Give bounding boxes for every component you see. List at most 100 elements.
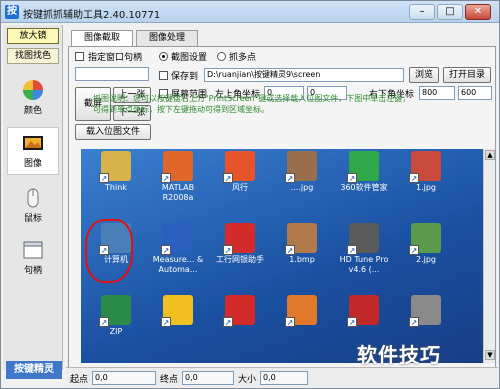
watermark-text: 软件技巧 [357, 343, 441, 367]
desktop-icon-image: ↗ [409, 151, 441, 183]
desktop-icon[interactable]: ↗ 工行网银助手 [209, 223, 271, 265]
desktop-icon-label: 1.jpg [415, 183, 436, 192]
browse-button[interactable]: 浏览 [409, 67, 439, 83]
minimize-button[interactable]: – [409, 4, 435, 20]
desktop-icon-image: ↗ [161, 223, 193, 255]
save-path-input[interactable]: D:\ruanjian\按键精灵9\screen [204, 68, 404, 82]
maximize-button[interactable]: □ [437, 4, 463, 20]
desktop-icon[interactable]: ↗ 360软件管家 [333, 151, 395, 193]
desktop-icon[interactable]: ↗ [395, 295, 457, 327]
shortcut-arrow-icon: ↗ [409, 245, 419, 255]
capture-point-radio[interactable] [217, 52, 226, 61]
desktop-icon[interactable]: ↗ 2.jpg [395, 223, 457, 265]
shortcut-arrow-icon: ↗ [99, 173, 109, 183]
desktop-icon[interactable]: ↗ HD Tune Pro v4.6 (... [333, 223, 395, 275]
desktop-icon[interactable]: ↗ ....jpg [271, 151, 333, 193]
sidebar-item-image[interactable]: 图像 [7, 127, 59, 175]
desktop-icon-label: Measure... & Automa... [152, 255, 204, 274]
desktop-icon[interactable]: ↗ ZIP [85, 295, 147, 337]
handle-input[interactable] [75, 67, 149, 81]
desktop-icon[interactable]: ↗ [209, 295, 271, 327]
screenshot-setting-radio[interactable] [159, 52, 168, 61]
capture-point-label: 抓多点 [229, 53, 257, 63]
desktop-icon-image: ↗ [223, 295, 255, 327]
image-icon [23, 136, 43, 150]
desktop-icon-image: ↗ [409, 223, 441, 255]
screenshot-preview[interactable]: ↗ Think ↗ MATLAB R2008a ↗ 风行 ↗ ....jpg ↗ 360软件管家 ↗… [81, 149, 483, 363]
sidebar: 放大镜 找图找色 颜色 图像 鼠标 句柄 按键精灵 [3, 25, 63, 379]
desktop-icon-image: ↗ [223, 223, 255, 255]
color-palette-icon [23, 80, 43, 100]
shortcut-arrow-icon: ↗ [161, 245, 171, 255]
shortcut-arrow-icon: ↗ [409, 173, 419, 183]
size-value: 0,0 [260, 371, 308, 385]
desktop-icon[interactable]: ↗ 1.jpg [395, 151, 457, 193]
shortcut-arrow-icon: ↗ [223, 245, 233, 255]
app-icon: 按 [5, 5, 19, 19]
shortcut-arrow-icon: ↗ [99, 317, 109, 327]
sidebar-item-color[interactable]: 颜色 [7, 75, 59, 123]
scroll-down-icon[interactable]: ▼ [485, 350, 495, 360]
open-directory-button[interactable]: 打开目录 [443, 67, 491, 83]
desktop-icon-image: ↗ [99, 151, 131, 183]
desktop-icon[interactable]: ↗ [271, 295, 333, 327]
title-bar[interactable]: 按 按键抓抓辅助工具2.40.10771 – □ ✕ [1, 1, 499, 23]
desktop-icon-image: ↗ [409, 295, 441, 327]
shortcut-arrow-icon: ↗ [409, 317, 419, 327]
desktop-icon-label: ....jpg [290, 183, 314, 192]
desktop-icon-label: 风行 [232, 183, 248, 192]
desktop-icon-label: MATLAB R2008a [161, 183, 195, 202]
shortcut-arrow-icon: ↗ [347, 245, 357, 255]
desktop-icon-image: ↗ [161, 295, 193, 327]
shortcut-arrow-icon: ↗ [285, 317, 295, 327]
sidebar-item-label: 图像 [23, 159, 42, 169]
capture-help-text: 抓图说明：您可以按键盘右上方"PrintScreen"键或选择载入位图文件，下图… [93, 94, 411, 114]
save-to-checkbox[interactable] [159, 71, 168, 80]
sidebar-item-mouse[interactable]: 鼠标 [7, 183, 59, 231]
save-to-label: 保存到 [171, 72, 199, 82]
end-point-label: 终点 [160, 375, 179, 385]
screenshot-setting-label: 截图设置 [171, 53, 208, 63]
desktop-icon[interactable]: ↗ MATLAB R2008a [147, 151, 209, 203]
desktop-icon[interactable]: ↗ 风行 [209, 151, 271, 193]
shortcut-arrow-icon: ↗ [161, 173, 171, 183]
shortcut-arrow-icon: ↗ [223, 317, 233, 327]
desktop-icon-label: 工行网银助手 [216, 255, 264, 264]
desktop-icon[interactable]: ↗ Measure... & Automa... [147, 223, 209, 275]
highlight-circle [85, 219, 133, 283]
start-point-label: 起点 [70, 375, 89, 385]
bottom-right-y-input[interactable]: 600 [458, 86, 492, 100]
sidebar-item-label: 句柄 [23, 266, 42, 276]
tab-image-capture[interactable]: 图像截取 [71, 30, 133, 47]
desktop-icon-image: ↗ [347, 295, 379, 327]
tab-image-processing[interactable]: 图像处理 [136, 30, 198, 46]
desktop-icon-label: HD Tune Pro v4.6 (... [339, 255, 389, 274]
bottom-right-x-input[interactable]: 800 [419, 86, 455, 100]
desktop-icon-image: ↗ [99, 295, 131, 327]
size-label: 大小 [238, 375, 257, 385]
magnifier-button[interactable]: 放大镜 [7, 28, 59, 44]
desktop-icon[interactable]: ↗ [147, 295, 209, 327]
vertical-scrollbar[interactable]: ▲ ▼ [483, 149, 495, 363]
sidebar-item-handle[interactable]: 句柄 [7, 235, 59, 283]
load-bitmap-button[interactable]: 载入位图文件 [75, 124, 151, 140]
desktop-icon-image: ↗ [285, 151, 317, 183]
desktop-icon[interactable]: ↗ Think [85, 151, 147, 193]
desktop-icon-label: ZIP [109, 327, 123, 336]
specify-handle-checkbox[interactable] [75, 52, 84, 61]
desktop-icon-image: ↗ [285, 295, 317, 327]
status-bar: 起点 0,0 终点 0,0 大小 0,0 [66, 367, 498, 387]
desktop-icon[interactable]: ↗ [333, 295, 395, 327]
desktop-icon-label: 360软件管家 [340, 183, 388, 192]
end-point-value: 0,0 [182, 371, 234, 385]
sidebar-item-label: 颜色 [23, 106, 42, 116]
close-button[interactable]: ✕ [465, 4, 491, 20]
desktop-icon[interactable]: ↗ 1.bmp [271, 223, 333, 265]
desktop-icon-label: Think [105, 183, 127, 192]
find-color-button[interactable]: 找图找色 [7, 48, 59, 64]
scroll-up-icon[interactable]: ▲ [485, 150, 495, 160]
app-window: 按 按键抓抓辅助工具2.40.10771 – □ ✕ 放大镜 找图找色 颜色 图… [0, 0, 500, 389]
sidebar-item-label: 鼠标 [23, 214, 42, 224]
desktop-icon-label: 1.bmp [289, 255, 315, 264]
shortcut-arrow-icon: ↗ [161, 317, 171, 327]
